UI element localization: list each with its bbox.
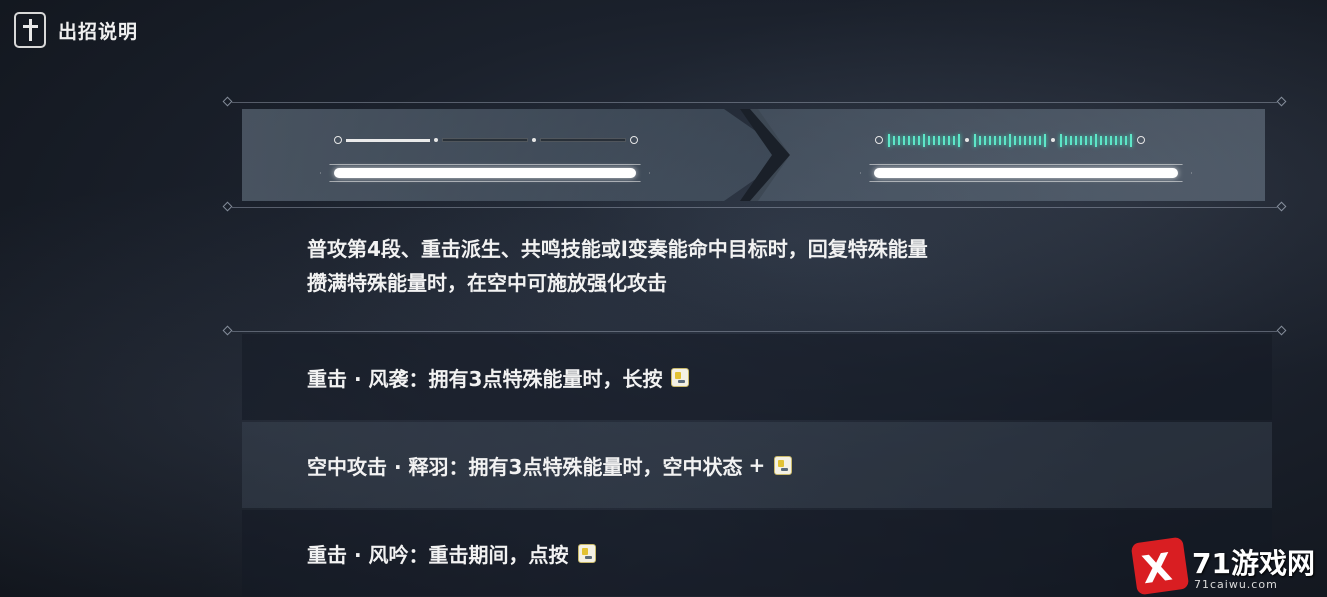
- description-line: 普攻第4段、重击派生、共鸣技能或l变奏能命中目标时，回复特殊能量: [307, 237, 928, 261]
- watermark-url: 71caiwu.com: [1194, 578, 1278, 591]
- move-text: 重击 · 风袭：拥有3点特殊能量时，长按: [307, 366, 663, 391]
- energy-panel-before: [242, 109, 790, 201]
- description: 普攻第4段、重击派生、共鸣技能或l变奏能命中目标时，回复特殊能量 攒满特殊能量时…: [307, 232, 928, 300]
- divider-mid: [232, 207, 1277, 208]
- watermark: X 71游戏网 71caiwu.com: [1112, 536, 1327, 597]
- attack-key-icon: [774, 455, 793, 475]
- energy-panel-after: [750, 109, 1265, 201]
- page-header: 出招说明: [14, 12, 138, 48]
- move-row-heavy-wind: 重击 · 风袭：拥有3点特殊能量时，长按: [242, 334, 1272, 420]
- divider-moves: [232, 331, 1277, 332]
- attack-key-icon: [577, 543, 596, 563]
- energy-segment-filled: [346, 138, 430, 142]
- sword-icon[interactable]: [14, 12, 46, 48]
- energy-segment-empty: [442, 138, 528, 142]
- divider-top: [232, 102, 1277, 103]
- energy-tick-group: [888, 133, 960, 147]
- description-line: 攒满特殊能量时，在空中可施放强化攻击: [307, 271, 667, 295]
- energy-segment-empty: [540, 138, 626, 142]
- energy-charged-ticks: [875, 133, 1145, 147]
- energy-tick-group: [1060, 133, 1132, 147]
- plus-sign: +: [748, 453, 766, 477]
- attack-key-icon: [671, 367, 690, 387]
- energy-segments: [334, 135, 638, 145]
- move-row-air-attack: 空中攻击 · 释羽：拥有3点特殊能量时，空中状态 +: [242, 422, 1272, 508]
- watermark-brand: 71游戏网: [1192, 547, 1315, 580]
- watermark-logo-icon: X: [1130, 536, 1190, 596]
- energy-bar: [320, 164, 650, 182]
- energy-tick-group: [974, 133, 1046, 147]
- move-text: 重击 · 风吟：重击期间，点按: [307, 542, 569, 567]
- move-text: 空中攻击 · 释羽：拥有3点特殊能量时，空中状态: [307, 454, 743, 479]
- energy-bar-charged: [860, 164, 1192, 182]
- page-title: 出招说明: [58, 20, 139, 43]
